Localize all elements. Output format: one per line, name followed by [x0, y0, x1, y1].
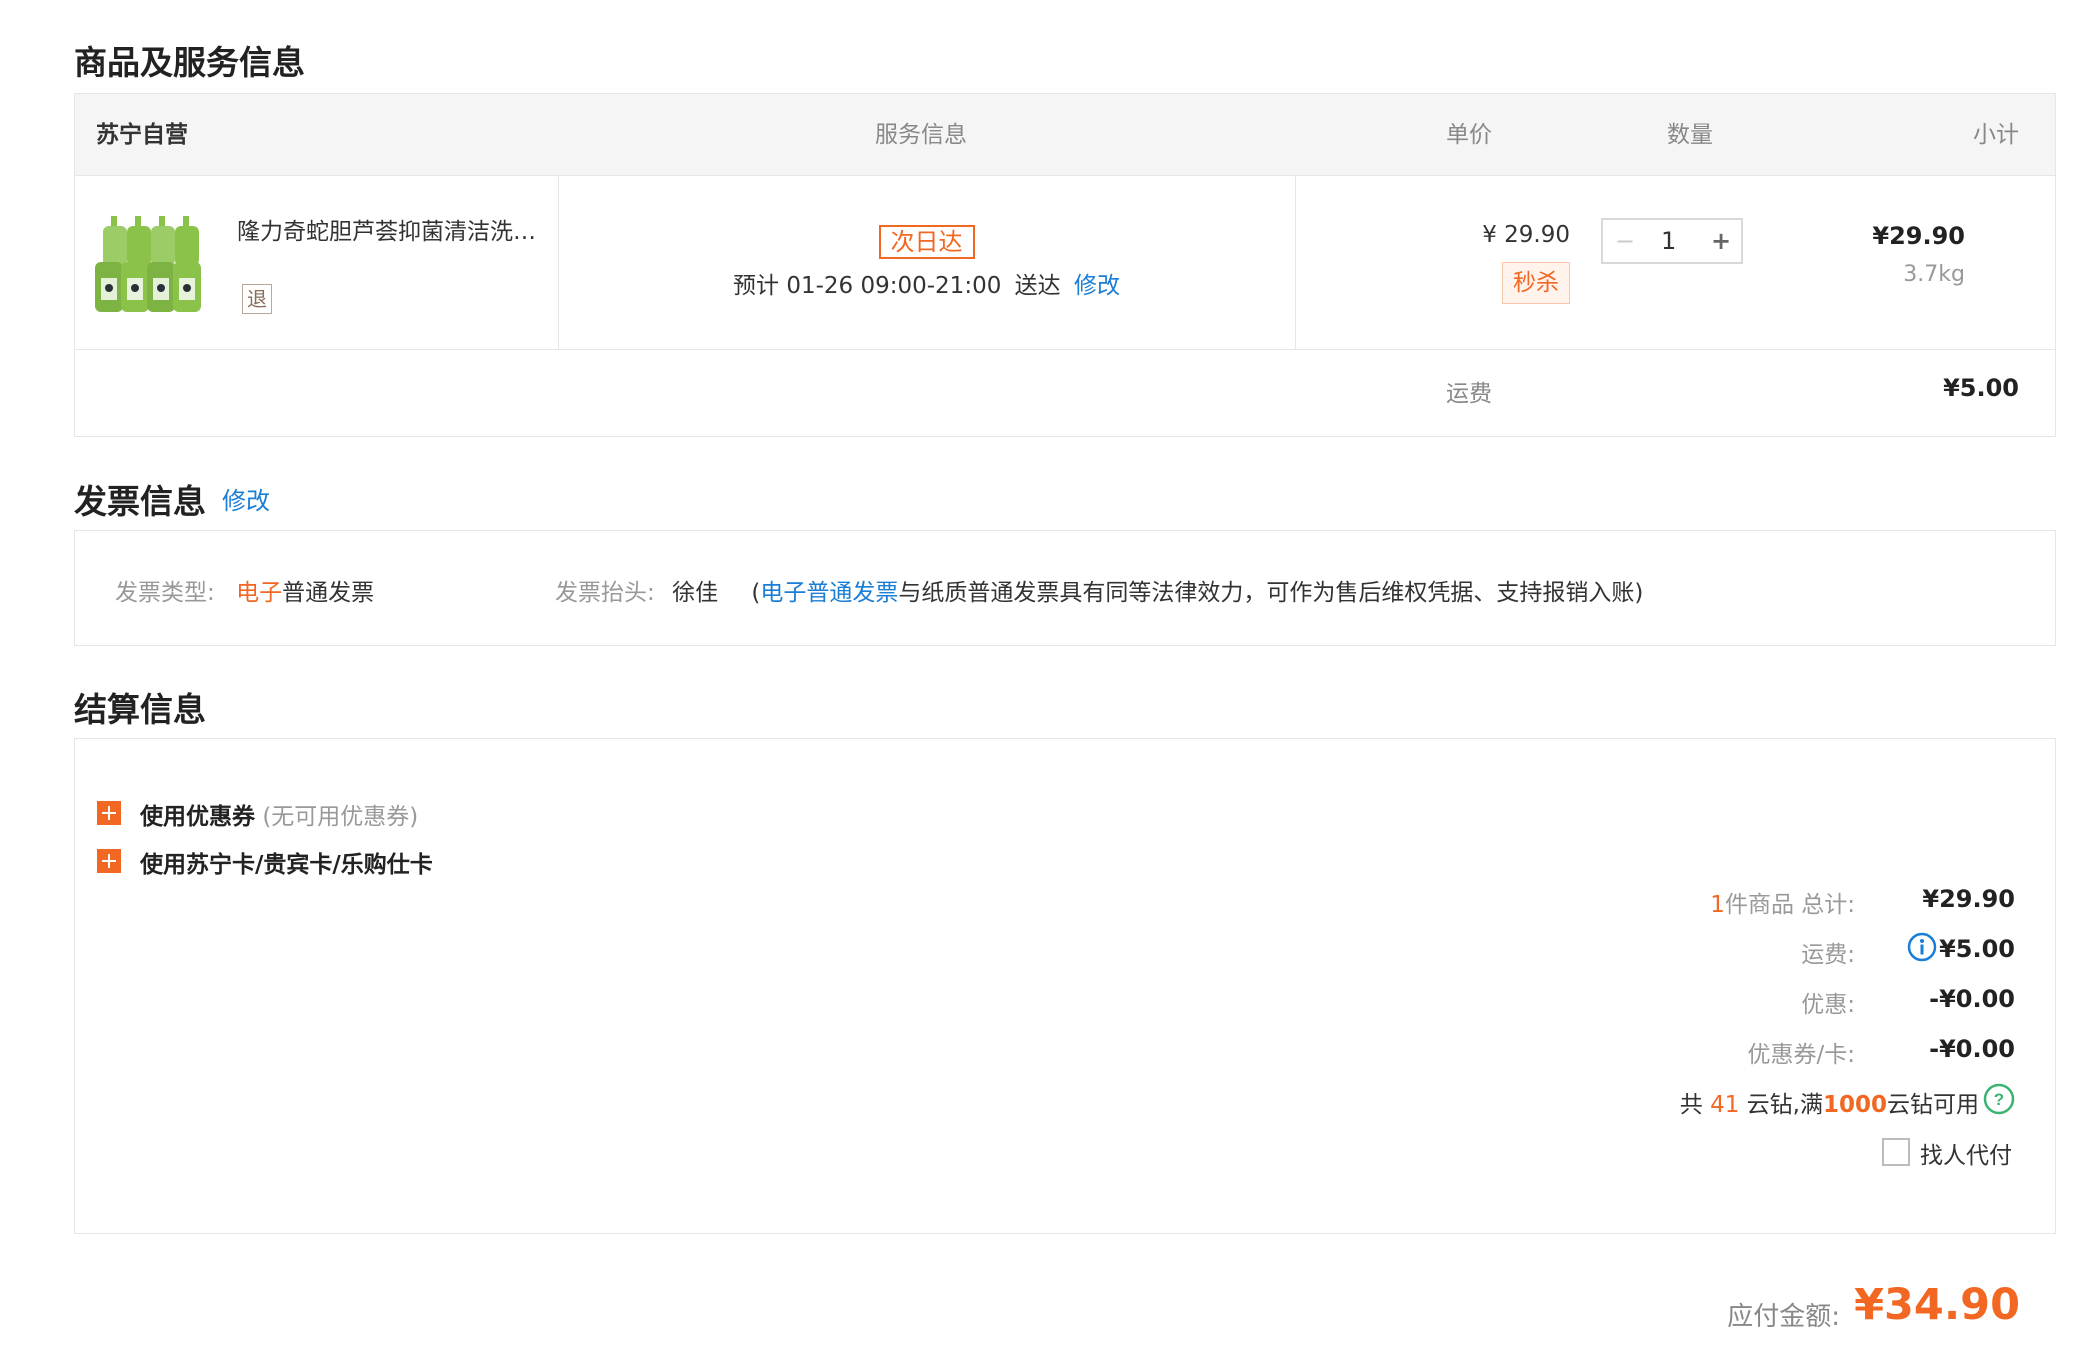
delivery-suffix: 送达: [1014, 273, 1061, 299]
col-service: 服务信息: [875, 122, 967, 148]
help-icon[interactable]: ?: [1983, 1083, 2015, 1115]
invoice-header-value: 徐佳: [672, 580, 719, 606]
divider: [1295, 176, 1296, 349]
summary-discount-label: 优惠:: [1801, 992, 1855, 1018]
divider: [75, 349, 2055, 350]
payable-label: 应付金额:: [1727, 1302, 1840, 1332]
invoice-note-open: (: [751, 580, 761, 606]
delivery-time: 01-26 09:00-21:00: [786, 273, 1002, 299]
summary-coupon-value: -¥0.00: [1929, 1035, 2015, 1063]
summary-coupon-label: 优惠券/卡:: [1747, 1042, 1856, 1068]
divider: [558, 176, 559, 349]
goods-table-header: 苏宁自营 服务信息 单价 数量 小计: [75, 94, 2055, 176]
summary-count-label: 1件商品 总计:: [1475, 885, 1855, 919]
invoice-type-label: 发票类型:: [115, 580, 215, 606]
goods-table: 苏宁自营 服务信息 单价 数量 小计 隆力奇蛇胆芦荟抑菌清洁洗… 退 次日达 预…: [74, 93, 2056, 437]
coupon-note: (无可用优惠券): [262, 804, 419, 830]
diamond-suffix: 云钻可用: [1887, 1092, 1979, 1118]
card-label[interactable]: 使用苏宁卡/贵宾卡/乐购仕卡: [140, 845, 433, 879]
unit-price: ¥ 29.90: [1482, 222, 1570, 248]
qty-minus-button[interactable]: −: [1615, 220, 1635, 262]
settlement-section-title: 结算信息: [74, 690, 206, 729]
coupon-label[interactable]: 使用优惠券: [140, 804, 255, 830]
return-badge: 退: [242, 284, 272, 314]
coupon-row[interactable]: 使用优惠券 (无可用优惠券): [140, 797, 418, 831]
pay-for-me-checkbox[interactable]: [1882, 1138, 1910, 1166]
product-image[interactable]: [95, 212, 215, 316]
invoice-note: 与纸质普通发票具有同等法律效力，可作为售后维权凭据、支持报销入账): [898, 580, 1644, 606]
invoice-header-label: 发票抬头:: [555, 580, 655, 606]
summary-total: ¥29.90: [1922, 885, 2015, 913]
diamond-threshold: 1000: [1822, 1092, 1887, 1118]
summary-shipping-label: 运费:: [1801, 942, 1855, 968]
goods-section-title: 商品及服务信息: [74, 43, 305, 82]
delivery-tag-wrap: 次日达: [558, 225, 1295, 259]
expand-coupon-icon[interactable]: [97, 801, 121, 825]
delivery-prefix: 预计: [733, 273, 780, 299]
e-invoice-link[interactable]: 电子普通发票: [760, 580, 898, 606]
invoice-modify-link[interactable]: 修改: [222, 481, 270, 516]
invoice-type-value: 普通发票: [282, 580, 375, 606]
pay-for-me-label[interactable]: 找人代付: [1920, 1136, 2012, 1170]
expand-card-icon[interactable]: [97, 849, 121, 873]
flash-sale-tag: 秒杀: [1502, 262, 1570, 304]
payable-amount: ¥34.90: [1854, 1280, 2020, 1330]
invoice-type: 发票类型: 电子普通发票: [115, 573, 374, 607]
col-quantity: 数量: [1667, 122, 1713, 148]
diamond-mid: 云钻,满: [1746, 1092, 1823, 1118]
shipping-value: ¥5.00: [1943, 374, 2019, 402]
delivery-modify-link[interactable]: 修改: [1074, 273, 1120, 299]
summary-shipping-value: ¥5.00: [1939, 935, 2015, 963]
next-day-tag: 次日达: [878, 225, 975, 259]
summary-discount-value: -¥0.00: [1929, 985, 2015, 1013]
shipping-label: 运费: [1446, 381, 1492, 407]
item-count: 1: [1710, 892, 1725, 918]
diamond-count: 41: [1710, 1092, 1740, 1118]
product-name[interactable]: 隆力奇蛇胆芦荟抑菌清洁洗…: [237, 212, 536, 246]
store-name: 苏宁自营: [96, 122, 188, 148]
col-unit-price: 单价: [1446, 122, 1492, 148]
item-weight: 3.7kg: [1903, 262, 1965, 287]
item-subtotal: ¥29.90: [1872, 222, 1965, 250]
diamond-prefix: 共: [1679, 1092, 1703, 1118]
delivery-info: 预计 01-26 09:00-21:00 送达 修改: [558, 266, 1295, 300]
invoice-type-highlight: 电子: [236, 580, 283, 606]
col-subtotal: 小计: [1973, 122, 2019, 148]
flash-sale-tag-wrap: 秒杀: [1405, 262, 1570, 304]
invoice-box: 发票类型: 电子普通发票 发票抬头: 徐佳 (电子普通发票与纸质普通发票具有同等…: [74, 530, 2056, 646]
svg-text:?: ?: [1994, 1090, 2004, 1109]
settlement-box: 使用优惠券 (无可用优惠券) 使用苏宁卡/贵宾卡/乐购仕卡 1件商品 总计: ¥…: [74, 738, 2056, 1234]
qty-value[interactable]: 1: [1661, 220, 1676, 262]
invoice-header: 发票抬头: 徐佳 (电子普通发票与纸质普通发票具有同等法律效力，可作为售后维权凭…: [555, 573, 1643, 607]
invoice-section-title: 发票信息: [74, 482, 206, 521]
diamond-info: 共 41 云钻,满1000云钻可用: [1675, 1085, 1979, 1119]
